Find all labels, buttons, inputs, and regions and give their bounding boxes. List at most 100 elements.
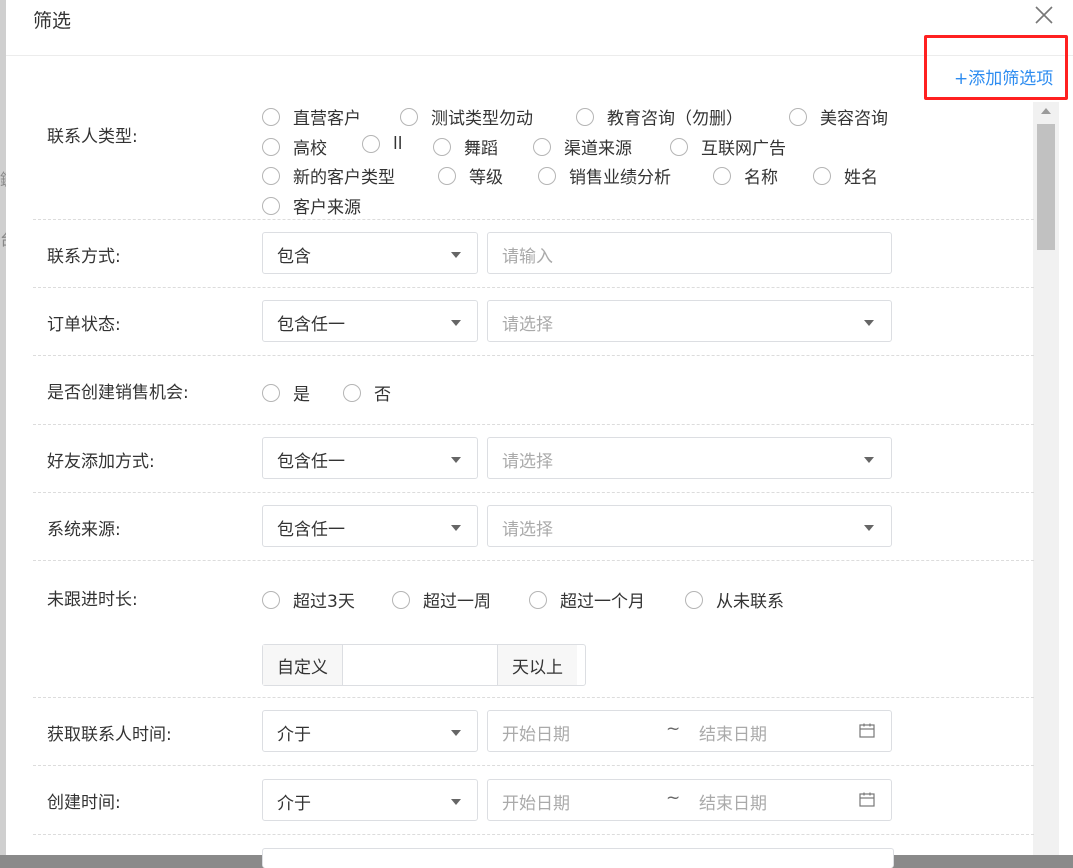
radio-option[interactable]: 客户来源 bbox=[262, 193, 361, 218]
row-contact-method: 联系方式: 包含 请输入 bbox=[33, 220, 1034, 288]
next-row-field[interactable] bbox=[262, 848, 894, 868]
radio-option[interactable]: 舞蹈 bbox=[433, 134, 498, 159]
operator-select[interactable]: 包含任一 bbox=[262, 505, 478, 547]
radio-circle bbox=[392, 590, 410, 609]
order-status-select[interactable]: 请选择 bbox=[487, 300, 892, 342]
radio-circle bbox=[789, 107, 807, 126]
field-label: 联系人类型: bbox=[47, 127, 138, 147]
select-value: 介于 bbox=[277, 725, 311, 745]
radio-circle bbox=[533, 137, 551, 156]
chevron-down-icon bbox=[864, 525, 874, 531]
radio-option[interactable]: 超过一周 bbox=[392, 587, 491, 612]
highlight-box bbox=[924, 35, 1068, 100]
radio-option[interactable]: 测试类型勿动 bbox=[400, 104, 533, 129]
radio-option[interactable]: 美容咨询 bbox=[789, 104, 888, 129]
system-source-select[interactable]: 请选择 bbox=[487, 505, 892, 547]
row-create-time: 创建时间: 介于 开始日期 ~ 结束日期 bbox=[33, 766, 1034, 835]
header-divider bbox=[6, 55, 1073, 56]
radio-option[interactable]: 名称 bbox=[713, 163, 778, 188]
friend-add-method-select[interactable]: 请选择 bbox=[487, 437, 892, 479]
chevron-down-icon bbox=[864, 320, 874, 326]
date-range-picker[interactable]: 开始日期 ~ 结束日期 bbox=[487, 710, 892, 752]
custom-days-input[interactable] bbox=[342, 645, 498, 685]
select-value: 包含任一 bbox=[277, 452, 345, 472]
select-value: 包含任一 bbox=[277, 315, 345, 335]
field-label: 是否创建销售机会: bbox=[47, 383, 189, 403]
radio-option[interactable]: 互联网广告 bbox=[670, 134, 786, 159]
field-label: 系统来源: bbox=[47, 520, 121, 540]
radio-circle bbox=[262, 137, 280, 156]
radio-option[interactable]: 姓名 bbox=[813, 163, 878, 188]
radio-circle bbox=[433, 137, 451, 156]
field-label: 好友添加方式: bbox=[47, 452, 155, 472]
end-date-placeholder: 结束日期 bbox=[699, 725, 767, 745]
radio-circle bbox=[343, 383, 361, 402]
dialog-title: 筛选 bbox=[33, 10, 72, 32]
range-separator: ~ bbox=[666, 788, 681, 808]
radio-option[interactable]: 渠道来源 bbox=[533, 134, 632, 159]
radio-option[interactable]: 新的客户类型 bbox=[262, 163, 395, 188]
scrollbar[interactable] bbox=[1033, 102, 1059, 855]
radio-circle bbox=[576, 107, 594, 126]
row-create-opportunity: 是否创建销售机会: 是 否 bbox=[33, 356, 1034, 425]
operator-select[interactable]: 包含任一 bbox=[262, 300, 478, 342]
operator-select[interactable]: 介于 bbox=[262, 710, 478, 752]
radio-option[interactable]: 超过3天 bbox=[262, 587, 355, 612]
custom-days-group: 自定义 天以上 bbox=[262, 644, 586, 686]
contact-method-input[interactable]: 请输入 bbox=[487, 232, 892, 274]
row-acquire-time: 获取联系人时间: 介于 开始日期 ~ 结束日期 bbox=[33, 698, 1034, 766]
scroll-up-icon[interactable] bbox=[1041, 108, 1051, 114]
radio-option[interactable]: 销售业绩分析 bbox=[538, 163, 671, 188]
chevron-down-icon bbox=[451, 252, 461, 258]
select-placeholder: 请选择 bbox=[502, 315, 553, 335]
radio-circle bbox=[438, 166, 456, 185]
radio-circle bbox=[813, 166, 831, 185]
radio-circle bbox=[262, 383, 280, 402]
radio-circle bbox=[262, 166, 280, 185]
radio-circle bbox=[529, 590, 547, 609]
row-friend-add-method: 好友添加方式: 包含任一 请选择 bbox=[33, 425, 1034, 493]
radio-option[interactable]: 超过一个月 bbox=[529, 587, 645, 612]
chevron-down-icon bbox=[451, 457, 461, 463]
select-placeholder: 请选择 bbox=[502, 520, 553, 540]
input-suffix: 天以上 bbox=[498, 645, 577, 685]
operator-select[interactable]: 介于 bbox=[262, 779, 478, 821]
field-label: 未跟进时长: bbox=[47, 590, 138, 610]
radio-circle bbox=[262, 196, 280, 215]
range-separator: ~ bbox=[666, 719, 681, 739]
field-label: 联系方式: bbox=[47, 247, 121, 267]
calendar-icon bbox=[859, 792, 875, 807]
chevron-down-icon bbox=[451, 799, 461, 805]
select-placeholder: 请选择 bbox=[502, 452, 553, 472]
radio-circle bbox=[713, 166, 731, 185]
radio-circle bbox=[362, 135, 380, 153]
radio-option[interactable]: 教育咨询（勿删） bbox=[576, 104, 743, 129]
row-no-followup: 未跟进时长: 超过3天 超过一周 超过一个月 从未联系 自定义 天以上 bbox=[33, 561, 1034, 698]
radio-option[interactable]: 从未联系 bbox=[685, 587, 784, 612]
chevron-down-icon bbox=[864, 457, 874, 463]
scroll-thumb[interactable] bbox=[1037, 124, 1055, 250]
radio-option[interactable]: 高校 bbox=[262, 134, 327, 159]
field-label: 获取联系人时间: bbox=[47, 725, 172, 745]
radio-circle bbox=[400, 107, 418, 126]
row-contact-type: 联系人类型: 直营客户 测试类型勿动 教育咨询（勿删） 美容咨询 高校 ll 舞… bbox=[33, 100, 1034, 220]
chevron-down-icon bbox=[451, 525, 461, 531]
radio-option[interactable]: 否 bbox=[343, 380, 391, 405]
chevron-down-icon bbox=[451, 730, 461, 736]
end-date-placeholder: 结束日期 bbox=[699, 794, 767, 814]
radio-option[interactable]: 直营客户 bbox=[262, 104, 361, 129]
chevron-down-icon bbox=[451, 320, 461, 326]
close-icon[interactable] bbox=[1033, 4, 1055, 26]
radio-circle bbox=[538, 166, 556, 185]
radio-option[interactable]: ll bbox=[362, 134, 402, 154]
start-date-placeholder: 开始日期 bbox=[502, 725, 570, 745]
operator-select[interactable]: 包含任一 bbox=[262, 437, 478, 479]
input-prefix: 自定义 bbox=[263, 645, 342, 685]
row-order-status: 订单状态: 包含任一 请选择 bbox=[33, 288, 1034, 356]
radio-circle bbox=[670, 137, 688, 156]
date-range-picker[interactable]: 开始日期 ~ 结束日期 bbox=[487, 779, 892, 821]
operator-select[interactable]: 包含 bbox=[262, 232, 478, 274]
radio-option[interactable]: 等级 bbox=[438, 163, 503, 188]
filter-dialog: 筛选 +添加筛选项 联系人类型: 直营客户 测试类型勿动 教育咨询（勿删） 美容… bbox=[6, 0, 1073, 868]
radio-option[interactable]: 是 bbox=[262, 380, 310, 405]
